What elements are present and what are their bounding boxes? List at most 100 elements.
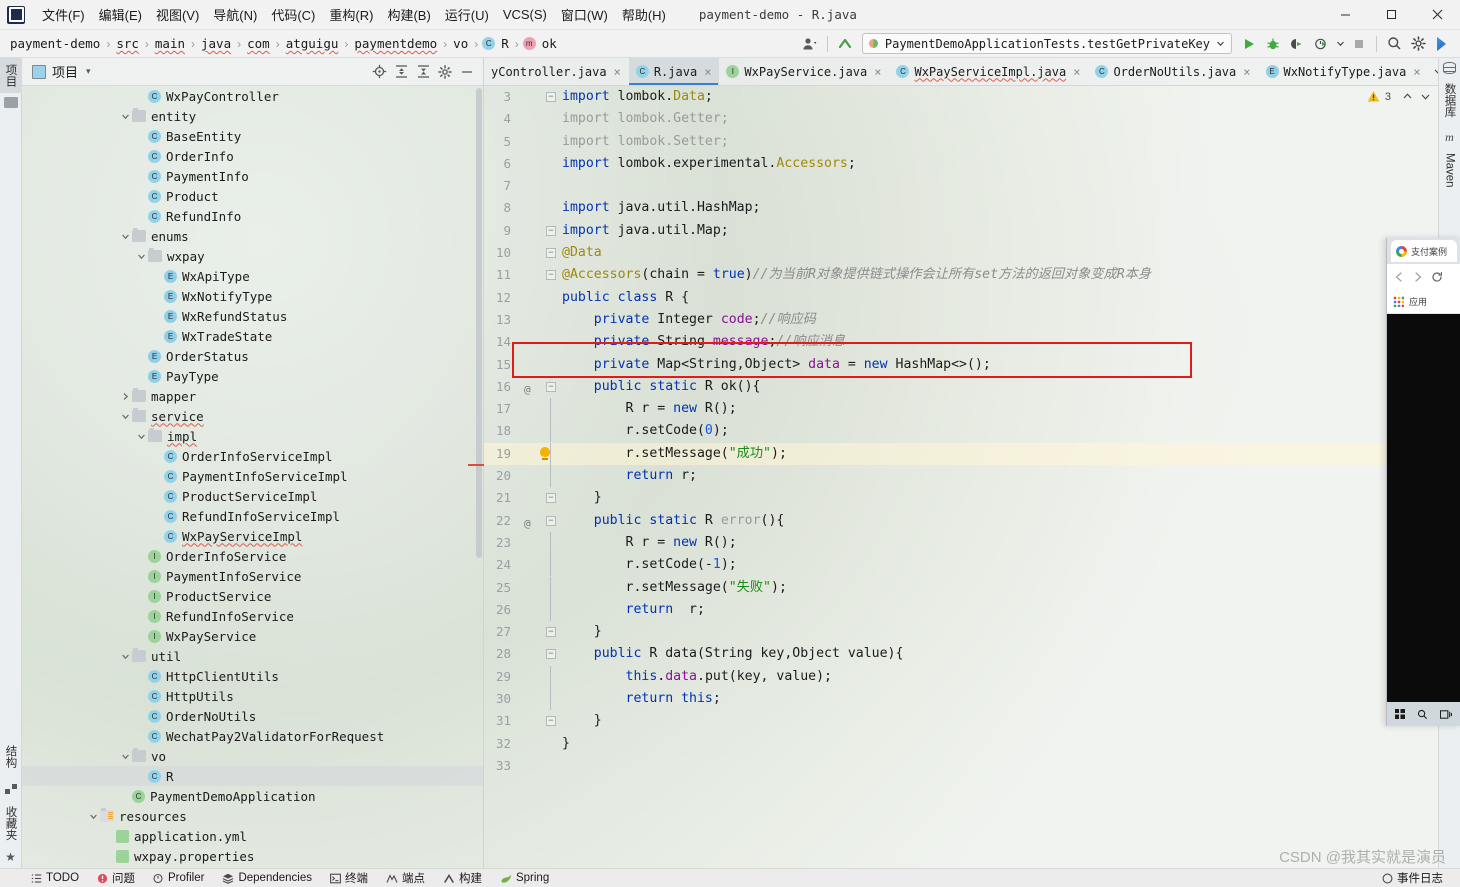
editor-tab[interactable]: C R.java ×	[628, 58, 720, 85]
editor-tabs-overflow[interactable]	[1429, 58, 1438, 85]
fold-guide-line[interactable]	[546, 398, 556, 421]
tree-node[interactable]: C RefundInfoServiceImpl	[22, 506, 484, 526]
tree-node[interactable]: C WechatPay2ValidatorForRequest	[22, 726, 484, 746]
tree-node[interactable]: C HttpClientUtils	[22, 666, 484, 686]
expand-all-icon[interactable]	[390, 61, 412, 83]
menu-item[interactable]: 编辑(E)	[92, 1, 149, 28]
breadcrumb[interactable]: payment-demo › src › main › java › com › atguigu › p…	[0, 35, 559, 52]
code-lines[interactable]: 3− import lombok.Data; 4 import lombok.Gett…	[484, 86, 1438, 868]
code-line[interactable]: 20 return r;	[484, 465, 1438, 488]
tree-node[interactable]: C WxPayController	[22, 86, 484, 106]
status-bar-item[interactable]: 问题	[88, 870, 144, 886]
tree-node[interactable]: C HttpUtils	[22, 686, 484, 706]
close-icon[interactable]: ×	[1413, 65, 1420, 79]
breadcrumb-item[interactable]: main	[153, 35, 187, 52]
status-bar-right[interactable]: 事件日志	[1373, 870, 1460, 886]
gutter-markers[interactable]: −	[518, 264, 562, 286]
gutter-markers[interactable]	[518, 665, 562, 688]
chevron-down-icon[interactable]	[134, 426, 148, 446]
breadcrumb-item[interactable]: src	[114, 35, 141, 52]
settings-gear-icon[interactable]	[434, 61, 456, 83]
tool-window-favorites[interactable]: 收藏夹	[0, 800, 22, 847]
status-bar-item[interactable]: Profiler	[144, 872, 213, 884]
gutter-markers[interactable]: −	[518, 643, 562, 665]
gutter-markers[interactable]: @ −	[518, 376, 562, 398]
gutter-markers[interactable]: −	[518, 242, 562, 264]
code-line[interactable]: 13 private Integer code;//响应码	[484, 309, 1438, 331]
database-icon[interactable]	[1443, 62, 1456, 74]
tree-node[interactable]: application.yml	[22, 826, 484, 846]
fold-guide-line[interactable]	[546, 598, 556, 621]
tree-scrollbar[interactable]	[476, 88, 482, 558]
close-button[interactable]	[1414, 0, 1460, 30]
gutter-markers[interactable]	[518, 131, 562, 153]
folder-icon[interactable]	[3, 97, 18, 108]
menu-item[interactable]: 文件(F)	[35, 1, 92, 28]
code-line[interactable]: 33	[484, 755, 1438, 777]
code-line[interactable]: 21 − }	[484, 487, 1438, 509]
settings-gear-icon[interactable]	[1407, 33, 1429, 55]
status-bar-items[interactable]: TODO 问题 Profiler Dependencies 终端 端点 构建 Spring	[22, 870, 558, 886]
tool-window-database[interactable]: 数据库	[1439, 77, 1460, 124]
code-line[interactable]: 26 return r;	[484, 598, 1438, 621]
tree-node[interactable]: C PaymentInfoServiceImpl	[22, 466, 484, 486]
code-line[interactable]: 25 r.setMessage("失败");	[484, 576, 1438, 599]
fold-guide-line[interactable]	[546, 688, 556, 711]
coverage-icon[interactable]	[1286, 33, 1308, 55]
gutter-markers[interactable]	[518, 733, 562, 755]
tree-node[interactable]: C PaymentInfo	[22, 166, 484, 186]
menu-bar[interactable]: 文件(F) 编辑(E) 视图(V) 导航(N) 代码(C) 重构(R) 构建(B) 运行(U)…	[35, 1, 673, 28]
gutter-markers[interactable]	[518, 309, 562, 331]
minimize-button[interactable]	[1322, 0, 1368, 30]
code-editor[interactable]: 3 3− import lombok.Data; 4 import lombok.Ge…	[484, 86, 1438, 868]
close-icon[interactable]: ×	[614, 65, 621, 79]
star-icon[interactable]: ★	[5, 850, 16, 864]
menu-item[interactable]: 重构(R)	[322, 1, 380, 28]
code-line[interactable]: 28 − public R data(String key,Object valu…	[484, 643, 1438, 665]
gutter-markers[interactable]	[518, 108, 562, 130]
tree-node[interactable]: I RefundInfoService	[22, 606, 484, 626]
profile-icon[interactable]	[1310, 33, 1332, 55]
gutter-markers[interactable]	[518, 688, 562, 711]
back-arrow-icon[interactable]	[1393, 271, 1405, 283]
breadcrumb-item[interactable]: m ok	[522, 35, 559, 52]
tree-node[interactable]: wxpay.properties	[22, 846, 484, 866]
gutter-markers[interactable]	[518, 465, 562, 488]
tree-node[interactable]: mapper	[22, 386, 484, 406]
code-line[interactable]: 23 R r = new R();	[484, 531, 1438, 554]
status-bar-item[interactable]: 构建	[434, 870, 491, 886]
tree-node[interactable]: C RefundInfo	[22, 206, 484, 226]
gutter-markers[interactable]	[518, 398, 562, 421]
code-line[interactable]: 16 @ − public static R ok(){	[484, 376, 1438, 398]
gutter-markers[interactable]	[518, 554, 562, 577]
status-bar-item[interactable]: Dependencies	[213, 872, 321, 884]
tool-window-structure[interactable]: 结构	[0, 739, 22, 774]
stop-icon[interactable]	[1348, 33, 1370, 55]
gutter-markers[interactable]	[518, 442, 562, 465]
apps-bookmark-label[interactable]: 应用	[1409, 295, 1427, 308]
status-bar-item[interactable]: 终端	[321, 870, 377, 886]
tree-node[interactable]: E WxRefundStatus	[22, 306, 484, 326]
code-line[interactable]: 6 import lombok.experimental.Accessors;	[484, 153, 1438, 175]
tool-window-maven[interactable]: Maven	[1441, 147, 1459, 194]
chevron-down-icon[interactable]	[118, 106, 132, 126]
gutter-markers[interactable]	[518, 755, 562, 777]
fold-collapse-icon[interactable]: −	[546, 225, 556, 236]
gutter-markers[interactable]	[518, 153, 562, 175]
status-bar-item[interactable]: TODO	[22, 872, 88, 884]
breadcrumb-item[interactable]: paymentdemo	[352, 35, 439, 52]
close-icon[interactable]: ×	[704, 65, 711, 79]
gutter-markers[interactable]: −	[518, 86, 562, 108]
chevron-down-icon[interactable]	[118, 406, 132, 426]
tree-node[interactable]: E WxTradeState	[22, 326, 484, 346]
close-icon[interactable]: ×	[874, 65, 881, 79]
fold-collapse-icon[interactable]: −	[546, 270, 556, 281]
fold-guide-line[interactable]	[546, 576, 556, 599]
locate-icon[interactable]	[368, 61, 390, 83]
tree-node[interactable]: I PaymentInfoService	[22, 566, 484, 586]
breadcrumb-item[interactable]: payment-demo	[8, 35, 102, 52]
close-icon[interactable]: ×	[1243, 65, 1250, 79]
breadcrumb-item[interactable]: com	[245, 35, 272, 52]
run-configuration-selector[interactable]: PaymentDemoApplicationTests.testGetPriva…	[861, 33, 1232, 54]
breadcrumb-item[interactable]: vo	[451, 35, 470, 52]
